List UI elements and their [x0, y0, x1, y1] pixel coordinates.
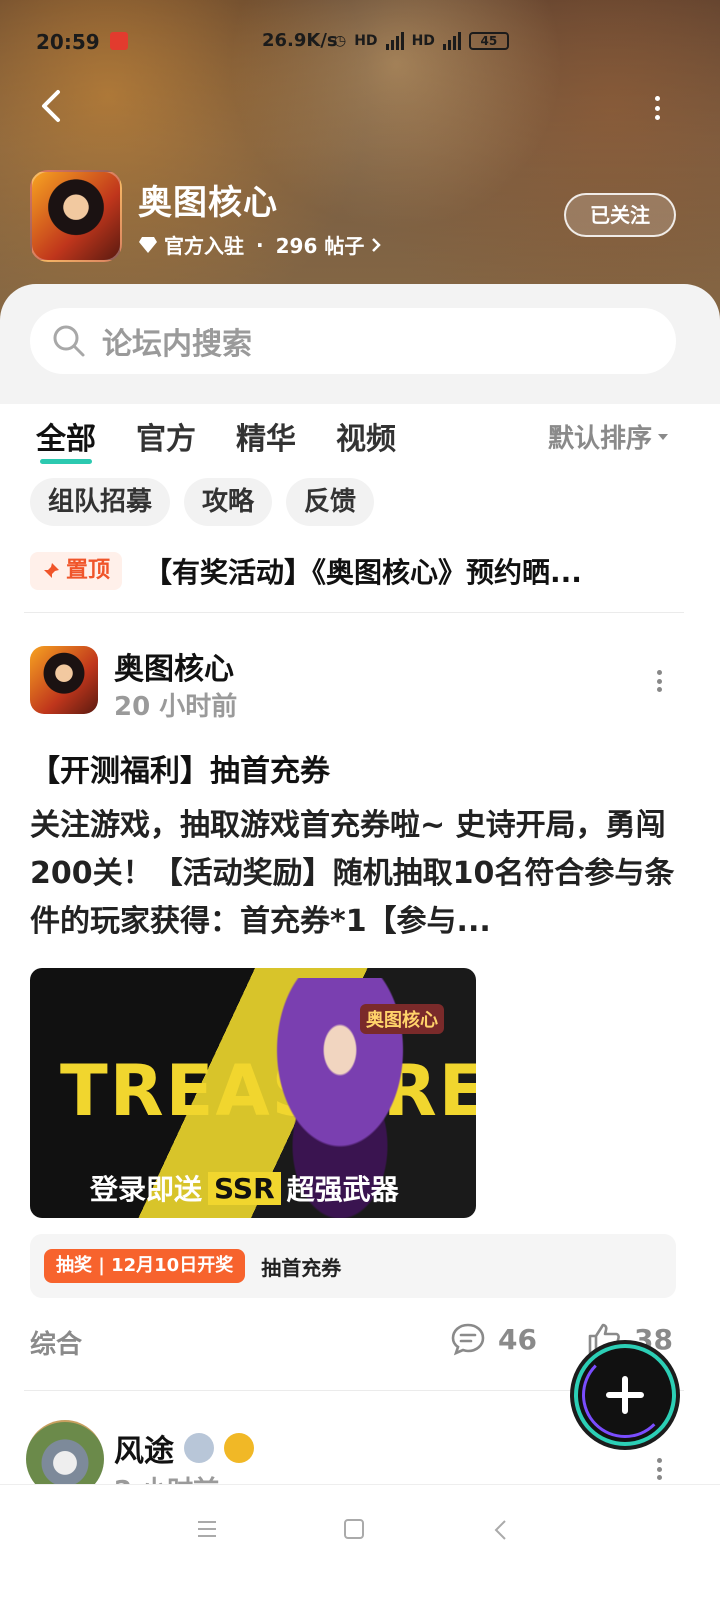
- caption-suffix: 超强武器: [286, 1173, 399, 1206]
- search-icon: [53, 325, 85, 357]
- author-name[interactable]: 奥图核心: [114, 644, 234, 688]
- follow-button[interactable]: 已关注: [564, 193, 676, 237]
- hd-label-1: HD: [354, 33, 378, 49]
- post-body: 关注游戏，抽取游戏首充券啦~ 史诗开局，勇闯200关！【活动奖励】随机抽取10名…: [30, 808, 675, 939]
- pinned-badge: 置顶: [30, 552, 123, 590]
- status-icons: ◷ HD HD 45: [334, 32, 509, 50]
- pinned-badge-label: 置顶: [66, 558, 111, 583]
- author-name[interactable]: 风途: [114, 1426, 174, 1470]
- lottery-text: 抽首充券: [261, 1255, 342, 1280]
- caption-prefix: 登录即送: [90, 1173, 203, 1206]
- topic-chips: 组队招募 攻略 反馈: [30, 478, 375, 526]
- caption-ssr: SSR: [208, 1171, 281, 1205]
- posts-count: 296 帖子: [275, 234, 365, 258]
- level-badge-icon: [184, 1433, 214, 1463]
- back-button[interactable]: [36, 88, 66, 124]
- hd-label-2: HD: [411, 33, 435, 49]
- network-speed: 26.9K/s: [262, 30, 338, 51]
- post-more-button[interactable]: [656, 1458, 662, 1480]
- chip-guide[interactable]: 攻略: [184, 478, 273, 526]
- chevron-left-icon: [42, 90, 60, 122]
- sort-dropdown[interactable]: 默认排序: [548, 418, 669, 455]
- status-time: 20:59: [36, 30, 100, 54]
- game-title: 奥图核心: [138, 183, 278, 223]
- game-icon[interactable]: [30, 170, 122, 262]
- post-more-button[interactable]: [656, 670, 662, 692]
- comment-icon: [451, 1323, 485, 1356]
- chip-feedback[interactable]: 反馈: [286, 478, 375, 526]
- lottery-bar[interactable]: 抽奖 | 12月10日开奖 抽首充券: [30, 1234, 676, 1298]
- tab-all[interactable]: 全部: [36, 414, 96, 464]
- pinned-post[interactable]: 置顶 【有奖活动】《奥图核心》预约晒...: [30, 550, 690, 592]
- lottery-badge: 抽奖 | 12月10日开奖: [44, 1249, 246, 1283]
- home-icon[interactable]: [343, 1519, 365, 1543]
- battery-icon: 45: [468, 32, 509, 50]
- comment-count: 46: [498, 1322, 537, 1356]
- post-image[interactable]: TREASURE 奥图核心 登录即送 SSR 超强武器: [30, 968, 476, 1218]
- signal-icon-2: [442, 32, 461, 50]
- official-label: 官方入驻: [164, 234, 244, 258]
- pinned-title: 【有奖活动】《奥图核心》预约晒...: [144, 556, 582, 589]
- filter-tabs: 全部 官方 精华 视频: [36, 414, 396, 464]
- tab-featured[interactable]: 精华: [236, 414, 296, 458]
- more-options-button[interactable]: [652, 96, 662, 120]
- image-caption: 登录即送 SSR 超强武器: [90, 1168, 399, 1208]
- image-game-logo: 奥图核心: [360, 1004, 444, 1034]
- divider: [24, 612, 684, 613]
- back-nav-icon[interactable]: [493, 1519, 509, 1545]
- feed-content: 全部 官方 精华 视频 默认排序 组队招募 攻略 反馈 置顶 【有奖活动】《奥图…: [0, 404, 720, 1506]
- author-name-row: 风途: [114, 1426, 254, 1470]
- sort-label: 默认排序: [548, 424, 653, 454]
- system-nav-bar: [0, 1484, 720, 1600]
- author-avatar[interactable]: [30, 646, 98, 714]
- game-meta[interactable]: 官方入驻 · 296 帖子: [138, 230, 382, 259]
- post-title: 【开测福利】抽首充券: [30, 754, 330, 789]
- pin-icon: [44, 563, 59, 578]
- plus-icon: [606, 1376, 644, 1414]
- diamond-icon: [139, 236, 157, 253]
- alarm-icon: ◷: [334, 33, 347, 49]
- record-icon: [110, 32, 128, 50]
- post-time: 20 小时前: [114, 692, 238, 722]
- meta-separator: ·: [256, 232, 264, 257]
- post-category[interactable]: 综合: [30, 1324, 82, 1361]
- verified-badge-icon: [224, 1433, 254, 1463]
- search-input[interactable]: 论坛内搜索: [30, 308, 676, 374]
- tab-official[interactable]: 官方: [136, 414, 196, 458]
- caret-down-icon: [658, 433, 669, 440]
- post-footer: 综合 46 38: [30, 1322, 680, 1362]
- search-area: 论坛内搜索: [0, 284, 720, 404]
- menu-icon[interactable]: [196, 1519, 218, 1543]
- status-bar: 20:59 26.9K/s ◷ HD HD 45: [0, 30, 720, 56]
- create-post-button[interactable]: [574, 1344, 676, 1446]
- chevron-right-icon: [372, 237, 382, 252]
- chip-team-recruit[interactable]: 组队招募: [30, 478, 171, 526]
- signal-icon: [385, 32, 404, 50]
- comment-button[interactable]: 46: [450, 1322, 537, 1356]
- tab-video[interactable]: 视频: [336, 414, 396, 458]
- search-placeholder: 论坛内搜索: [102, 327, 252, 362]
